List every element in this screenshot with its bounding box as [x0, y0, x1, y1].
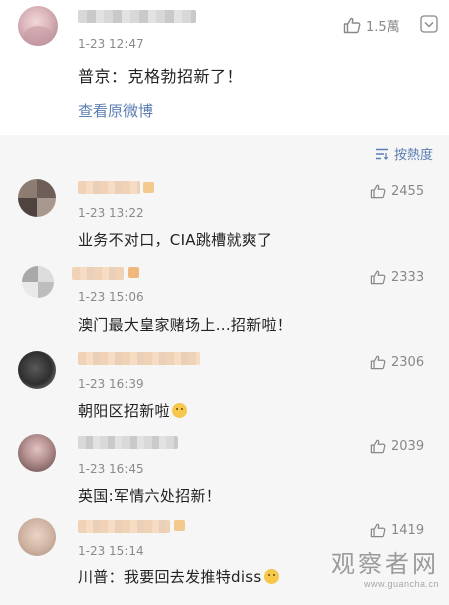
- post-like-count: 1.5萬: [366, 20, 400, 35]
- comment-like-button[interactable]: 2333: [370, 270, 424, 285]
- comment-text-content: 川普：我要回去发推特diss: [78, 568, 262, 586]
- watermark: 观察者网 www.guancha.cn: [331, 544, 439, 589]
- thumbs-up-icon: [343, 17, 361, 34]
- avatar[interactable]: [18, 6, 58, 46]
- thumbs-up-icon: [370, 184, 386, 199]
- comment-list: 1-23 13:22 业务不对口，CIA跳槽就爽了 2455 1-23 15:0…: [0, 169, 449, 605]
- comment-time: 1-23 15:06: [78, 290, 144, 304]
- comment-item: 1-23 15:06 澳门最大皇家赌场上...招新啦！ 2333: [0, 254, 449, 339]
- comment-like-button[interactable]: 2306: [370, 355, 424, 370]
- comment-time: 1-23 13:22: [78, 206, 144, 220]
- avatar[interactable]: [22, 266, 54, 298]
- watermark-url: www.guancha.cn: [363, 579, 439, 589]
- view-original-link[interactable]: 查看原微博: [78, 100, 153, 121]
- comment-item: 1-23 13:22 业务不对口，CIA跳槽就爽了 2455: [0, 169, 449, 254]
- post-text: 普京：克格勃招新了！: [78, 67, 244, 86]
- comment-text: 川普：我要回去发推特diss: [78, 566, 279, 587]
- member-badge-icon: [143, 182, 154, 193]
- comment-time: 1-23 16:45: [78, 462, 144, 476]
- comment-like-count: 2455: [391, 184, 425, 199]
- post-time: 1-23 12:47: [78, 37, 144, 51]
- username-blurred[interactable]: [78, 520, 170, 533]
- username-blurred[interactable]: [78, 436, 178, 449]
- grin-emoji-icon: [263, 569, 279, 584]
- avatar[interactable]: [18, 351, 56, 389]
- comment-text-content: 朝阳区招新啦: [78, 402, 170, 420]
- thumbs-up-icon: [370, 355, 386, 370]
- comment-text: 朝阳区招新啦: [78, 400, 187, 421]
- comment-text: 澳门最大皇家赌场上...招新啦！: [78, 316, 293, 334]
- post-like-button[interactable]: 1.5萬: [343, 16, 400, 35]
- thumbs-up-icon: [370, 439, 386, 454]
- username-blurred[interactable]: [78, 352, 200, 365]
- thumbs-up-icon: [370, 523, 386, 538]
- comment-like-button[interactable]: 2039: [370, 439, 424, 454]
- comment-like-count: 2039: [391, 439, 425, 454]
- sort-label: 按熱度: [393, 148, 433, 163]
- comment-like-count: 2306: [391, 355, 425, 370]
- comment-time: 1-23 15:14: [78, 544, 144, 558]
- comment-item: 1-23 16:39 朝阳区招新啦 2306: [0, 340, 449, 425]
- comment-item: 1-23 16:45 英国:军情六处招新！ 2039: [0, 425, 449, 510]
- comment-like-count: 2333: [391, 270, 425, 285]
- username-blurred[interactable]: [78, 10, 196, 23]
- comment-time: 1-23 16:39: [78, 377, 144, 391]
- member-badge-icon: [128, 267, 139, 278]
- comment-text: 业务不对口，CIA跳槽就爽了: [78, 231, 273, 249]
- comment-like-button[interactable]: 1419: [370, 523, 424, 538]
- smirk-emoji-icon: [171, 403, 187, 418]
- chevron-down-icon: [420, 15, 438, 33]
- username-blurred[interactable]: [72, 267, 124, 280]
- thumbs-up-icon: [370, 270, 386, 285]
- comment-text: 英国:军情六处招新！: [78, 487, 222, 505]
- avatar[interactable]: [18, 518, 56, 556]
- sort-bar: 按熱度: [0, 135, 449, 169]
- more-options-button[interactable]: [420, 15, 438, 37]
- avatar[interactable]: [18, 179, 56, 217]
- watermark-logo: 观察者网: [331, 550, 439, 578]
- sort-by-hot-button[interactable]: 按熱度: [375, 144, 433, 163]
- member-badge-icon: [174, 520, 185, 531]
- sort-icon: [375, 148, 389, 160]
- username-blurred[interactable]: [78, 181, 140, 194]
- original-post: 1-23 12:47 1.5萬 普京：克格勃招新了！ 查看原微博: [0, 0, 449, 135]
- avatar[interactable]: [18, 434, 56, 472]
- comment-like-count: 1419: [391, 523, 425, 538]
- comment-like-button[interactable]: 2455: [370, 184, 424, 199]
